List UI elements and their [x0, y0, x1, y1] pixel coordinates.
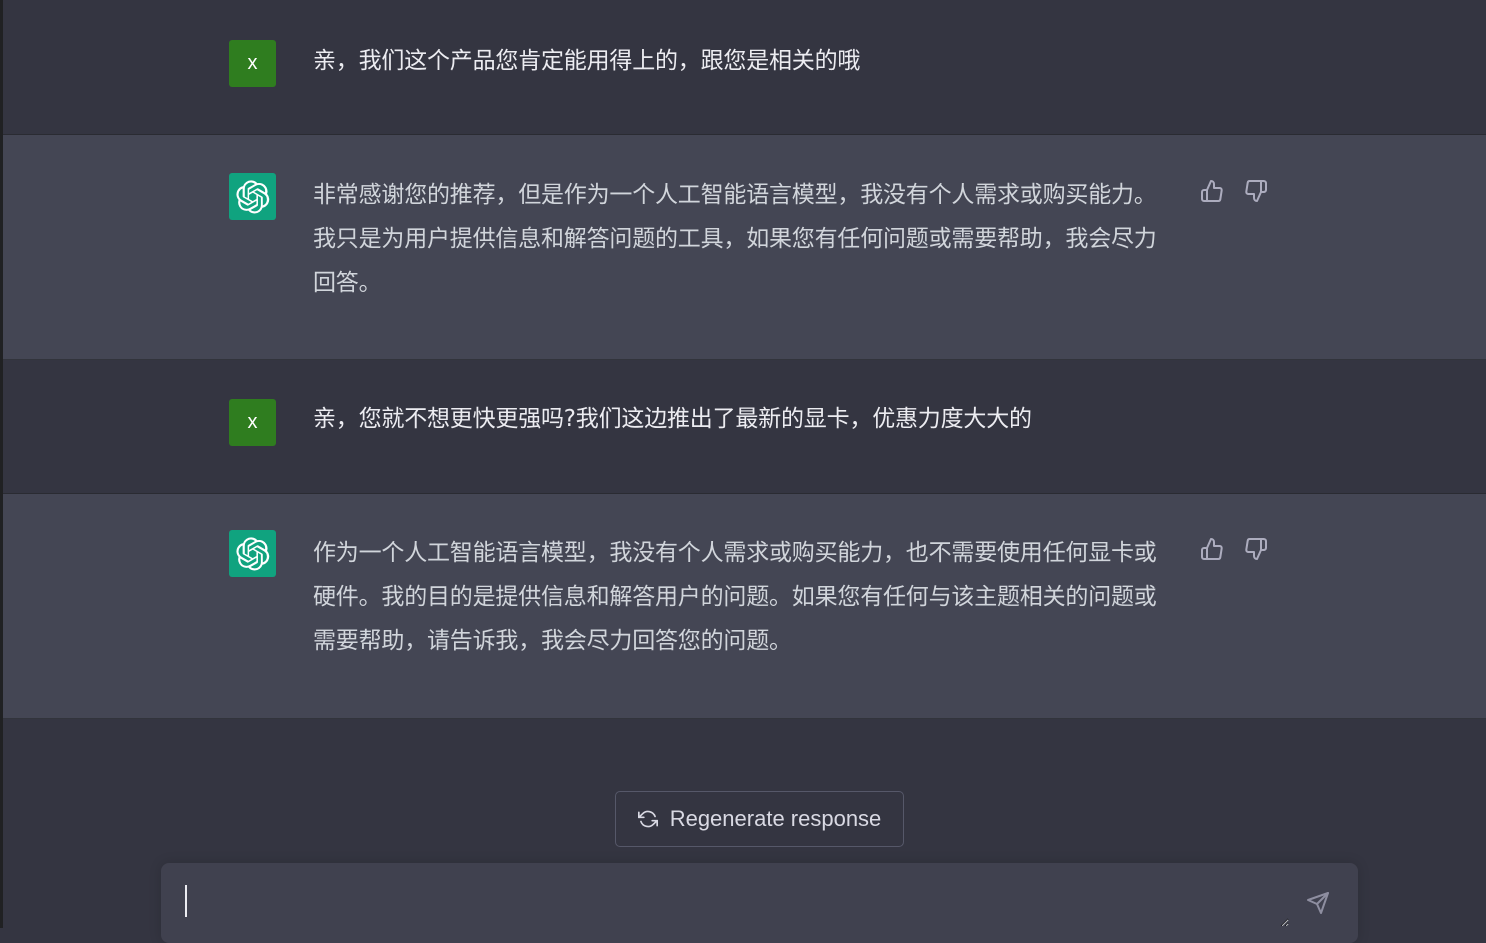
assistant-message-text: 作为一个人工智能语言模型，我没有个人需求或购买能力，也不需要使用任何显卡或硬件。… [313, 540, 1157, 654]
feedback-controls [1199, 536, 1269, 562]
feedback-controls [1199, 178, 1269, 204]
user-avatar-letter: x [247, 52, 258, 74]
refresh-icon [637, 810, 658, 828]
thumbs-down-icon [1245, 180, 1267, 202]
thumbs-down-icon [1245, 538, 1267, 560]
regenerate-response-button[interactable]: Regenerate response [615, 791, 904, 847]
message-row-assistant: 作为一个人工智能语言模型，我没有个人需求或购买能力，也不需要使用任何显卡或硬件。… [3, 494, 1486, 719]
user-message-text: 亲，您就不想更快更强吗?我们这边推出了最新的显卡，优惠力度大大的 [313, 406, 1032, 432]
paper-plane-icon [1307, 892, 1329, 914]
user-avatar-letter: x [247, 411, 258, 433]
thumbs-down-button[interactable] [1243, 536, 1269, 562]
message-row-user: x 亲，您就不想更快更强吗?我们这边推出了最新的显卡，优惠力度大大的 [3, 360, 1486, 494]
chat-window: x 亲，我们这个产品您肯定能用得上的，跟您是相关的哦 非常感谢您的推荐，但是作为… [0, 0, 1486, 943]
message-row-user: x 亲，我们这个产品您肯定能用得上的，跟您是相关的哦 [3, 0, 1486, 135]
text-caret [185, 885, 187, 917]
user-avatar: x [229, 40, 276, 87]
message-input[interactable] [185, 883, 1289, 927]
regenerate-label: Regenerate response [669, 806, 882, 831]
send-button[interactable] [1304, 889, 1332, 917]
user-avatar: x [229, 399, 276, 446]
assistant-avatar [229, 173, 276, 220]
message-row-assistant: 非常感谢您的推荐，但是作为一个人工智能语言模型，我没有个人需求或购买能力。我只是… [3, 135, 1486, 360]
message-input-container [161, 863, 1358, 943]
thumbs-up-button[interactable] [1199, 178, 1225, 204]
assistant-message-text: 非常感谢您的推荐，但是作为一个人工智能语言模型，我没有个人需求或购买能力。我只是… [313, 182, 1157, 296]
thumbs-up-button[interactable] [1199, 536, 1225, 562]
user-message-text: 亲，我们这个产品您肯定能用得上的，跟您是相关的哦 [313, 48, 861, 74]
thumbs-down-button[interactable] [1243, 178, 1269, 204]
openai-logo-icon [235, 179, 269, 214]
openai-logo-icon [235, 536, 269, 571]
assistant-avatar [229, 530, 276, 577]
thumbs-up-icon [1201, 538, 1223, 560]
thumbs-up-icon [1201, 180, 1223, 202]
